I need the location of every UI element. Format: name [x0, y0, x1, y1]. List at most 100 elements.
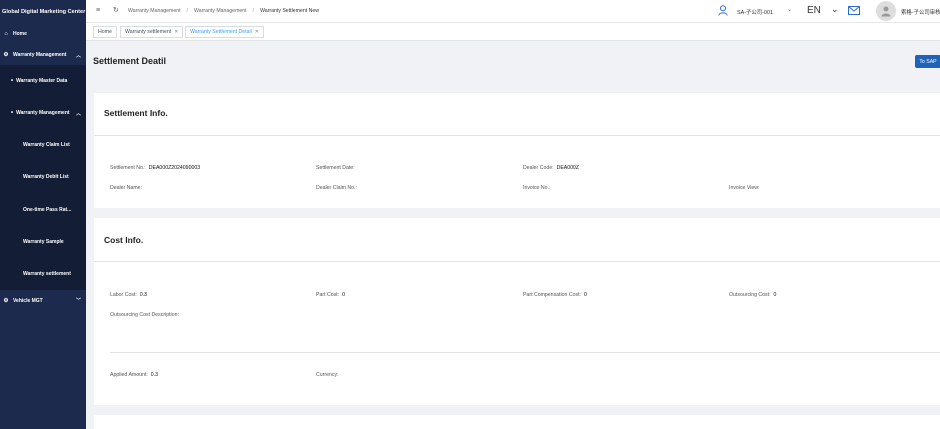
currency-field: Currency:	[316, 372, 342, 378]
divider	[110, 352, 940, 353]
sidebar-item-label: One-time Pass Rat...	[23, 206, 72, 213]
field-label: Invoice View:	[729, 185, 760, 191]
breadcrumb-separator: /	[186, 8, 189, 14]
chevron-down-icon[interactable]: ⌄	[787, 6, 792, 13]
settings-icon: ⚙	[3, 52, 9, 58]
field-label: Applied Amount:	[110, 372, 148, 378]
sidebar-item-home[interactable]: ⌂ Home	[0, 23, 86, 45]
sidebar-item-warranty-debit-list[interactable]: Warranty Debit List	[0, 161, 86, 193]
breadcrumb-separator: /	[252, 8, 255, 14]
field-label: Invoice No.:	[523, 185, 551, 191]
chevron-up-icon: ︿	[75, 52, 81, 59]
avatar[interactable]	[876, 1, 896, 21]
top-header: ≡ ↻ Warranty Management / Warranty Managem…	[86, 0, 940, 23]
field-label: Settlement No.:	[110, 165, 146, 171]
dealer-code-field: Dealer Code: DEA000Z	[523, 165, 579, 171]
sidebar-item-label: Warranty Management	[13, 52, 67, 58]
section-title: Cost Info.	[104, 235, 144, 245]
sidebar-item-label: Home	[13, 31, 27, 37]
breadcrumb-current: Warranty Settlement New	[260, 8, 319, 14]
language-selector[interactable]: EN	[807, 5, 821, 16]
sidebar-item-label: Vehicle MGT	[13, 297, 43, 304]
chevron-down-icon: ﹀	[75, 298, 81, 304]
sidebar-item-warranty-management[interactable]: ⚙ Warranty Management ︿	[0, 45, 86, 65]
field-label: Part Cost:	[316, 292, 340, 298]
sidebar-item-label: Warranty Management	[16, 110, 70, 116]
to-sap-button[interactable]: To SAP	[915, 55, 940, 68]
tab-label: Home	[98, 29, 112, 35]
chevron-up-icon: ︿	[75, 110, 81, 117]
next-section-card	[94, 415, 940, 429]
app-title: Global Digital Marketing Center	[2, 8, 86, 15]
breadcrumb-item[interactable]: Warranty Management	[194, 8, 247, 14]
user-icon	[718, 5, 728, 18]
field-label: Outsourcing Cost:	[729, 292, 771, 298]
sidebar-item-label: Warranty settlement	[23, 271, 71, 277]
field-label: Currency:	[316, 372, 339, 378]
page-header: Settlement Deatil To SAP	[86, 41, 940, 93]
bullet-icon: •	[11, 78, 14, 84]
sidebar-item-warranty-management-sub[interactable]: • Warranty Management ︿	[0, 97, 86, 129]
bullet-icon: •	[11, 110, 14, 116]
invoice-view-field: Invoice View:	[729, 185, 759, 191]
dealer-name-field: Dealer Name:	[110, 185, 145, 191]
field-label: Labor Cost:	[110, 292, 137, 298]
sidebar-item-label: Warranty Claim List	[23, 142, 70, 148]
applied-amount-field: Applied Amount: 0.3	[110, 372, 158, 378]
field-label: Dealer Name:	[110, 185, 143, 191]
tabs-bar: Home Warranty settlement ✕ Warranty Sett…	[86, 23, 940, 41]
field-label: Part Compensation Cost:	[523, 292, 581, 298]
divider	[94, 261, 940, 262]
field-label: Settlement Date:	[316, 165, 355, 171]
mail-icon[interactable]	[848, 6, 860, 17]
tab-warranty-settlement-detail[interactable]: Warranty Settlement Detail ✕	[185, 26, 264, 38]
sidebar-item-label: Warranty Debit List	[23, 174, 69, 180]
labor-cost-field: Labor Cost: 0.3	[110, 292, 147, 298]
tab-label: Warranty settlement	[125, 29, 172, 35]
close-icon[interactable]: ✕	[255, 29, 259, 35]
sidebar-item-vehicle-mgt[interactable]: ⚙ Vehicle MGT ﹀	[0, 290, 86, 311]
page-title: Settlement Deatil	[93, 56, 167, 66]
outsourcing-cost-description-field: Outsourcing Cost Description:	[110, 312, 179, 318]
field-value: 0.3	[150, 372, 158, 378]
part-compensation-cost-field: Part Compensation Cost: 0	[523, 292, 587, 298]
part-cost-field: Part Cost: 0	[316, 292, 345, 298]
sidebar-item-one-time-pass-rate[interactable]: One-time Pass Rat...	[0, 193, 86, 226]
sidebar: Global Digital Marketing Center ⌂ Home ⚙…	[0, 0, 86, 429]
field-value: DEA000Z2024090003	[148, 165, 201, 171]
sidebar-item-warranty-master-data[interactable]: • Warranty Master Data	[0, 65, 86, 97]
sidebar-item-label: Warranty Sample	[23, 239, 64, 245]
home-icon: ⌂	[4, 31, 8, 37]
chevron-down-icon[interactable]: ⌄	[831, 4, 839, 15]
section-title: Settlement Info.	[104, 108, 168, 118]
settlement-date-field: Settlement Date:	[316, 165, 358, 171]
settlement-no-field: Settlement No.: DEA000Z2024090003	[110, 165, 200, 171]
user-name[interactable]: 索格-子公司审核	[901, 8, 940, 16]
tab-warranty-settlement[interactable]: Warranty settlement ✕	[120, 26, 184, 38]
field-label: Dealer Code:	[523, 165, 554, 171]
sidebar-item-label: Warranty Master Data	[16, 78, 68, 84]
dealer-claim-no-field: Dealer Claim No.:	[316, 185, 360, 191]
field-label: Dealer Claim No.:	[316, 185, 357, 191]
field-value: DEA000Z	[556, 165, 580, 171]
sidebar-item-warranty-sample[interactable]: Warranty Sample	[0, 226, 86, 258]
breadcrumb: Warranty Management / Warranty Management /…	[128, 8, 319, 14]
field-label: Outsourcing Cost Description:	[110, 312, 179, 318]
tab-label: Warranty Settlement Detail	[190, 29, 252, 35]
settlement-info-card: Settlement Info. Settlement No.: DEA000Z2…	[94, 93, 940, 208]
refresh-icon[interactable]: ↻	[113, 6, 119, 14]
sidebar-item-warranty-settlement[interactable]: Warranty settlement	[0, 258, 86, 290]
field-value: 0	[773, 292, 777, 298]
tab-home[interactable]: Home	[93, 26, 117, 38]
invoice-no-field: Invoice No.:	[523, 185, 553, 191]
breadcrumb-item[interactable]: Warranty Management	[128, 8, 181, 14]
org-selector[interactable]: SA-子公司-001	[737, 8, 773, 16]
field-value: 0	[342, 292, 345, 298]
outsourcing-cost-field: Outsourcing Cost: 0	[729, 292, 776, 298]
sidebar-item-warranty-claim-list[interactable]: Warranty Claim List	[0, 129, 86, 161]
car-icon: ⚙	[3, 297, 9, 304]
divider	[94, 135, 940, 136]
cost-info-card: Cost Info. Labor Cost: 0.3 Part Cost: 0 Pa…	[94, 218, 940, 405]
menu-icon[interactable]: ≡	[96, 7, 100, 14]
close-icon[interactable]: ✕	[174, 29, 178, 35]
